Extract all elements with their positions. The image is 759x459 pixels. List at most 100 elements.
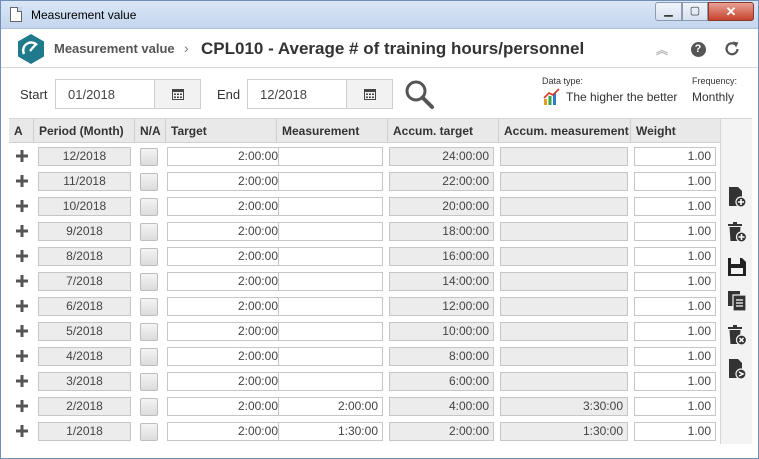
na-checkbox[interactable] [140, 348, 158, 366]
measurement-cell[interactable] [278, 372, 383, 391]
expand-plus-icon[interactable] [15, 249, 29, 263]
help-icon[interactable]: ? [689, 40, 707, 58]
period-cell: 12/2018 [38, 147, 131, 166]
export-document-icon[interactable] [727, 358, 747, 380]
measurement-cell[interactable] [278, 222, 383, 241]
refresh-icon[interactable] [723, 40, 741, 58]
search-icon[interactable] [403, 78, 435, 110]
column-header-accum-measurement[interactable]: Accum. measurement [499, 119, 631, 143]
measurement-cell[interactable] [278, 347, 383, 366]
maximize-button[interactable]: ▢ [682, 2, 708, 21]
measurement-cell[interactable] [278, 247, 383, 266]
measurement-cell[interactable] [278, 297, 383, 316]
collapse-up-icon[interactable]: ︽ [653, 40, 671, 58]
column-header-na[interactable]: N/A [135, 119, 166, 143]
target-cell[interactable]: 2:00:00 [167, 172, 283, 191]
accum-measurement-cell [500, 172, 628, 191]
expand-plus-icon[interactable] [15, 424, 29, 438]
expand-plus-icon[interactable] [15, 349, 29, 363]
target-cell[interactable]: 2:00:00 [167, 347, 283, 366]
weight-cell[interactable]: 1.00 [634, 347, 716, 366]
column-header-measurement[interactable]: Measurement [277, 119, 388, 143]
expand-plus-icon[interactable] [15, 274, 29, 288]
expand-plus-icon[interactable] [15, 174, 29, 188]
target-cell[interactable]: 2:00:00 [167, 372, 283, 391]
measurement-cell[interactable]: 1:30:00 [278, 422, 383, 441]
period-cell: 8/2018 [38, 247, 131, 266]
expand-plus-icon[interactable] [15, 324, 29, 338]
na-checkbox[interactable] [140, 173, 158, 191]
column-header-weight[interactable]: Weight [631, 119, 720, 143]
target-cell[interactable]: 2:00:00 [167, 297, 283, 316]
weight-cell[interactable]: 1.00 [634, 197, 716, 216]
period-cell: 5/2018 [38, 322, 131, 341]
target-cell[interactable]: 2:00:00 [167, 422, 283, 441]
weight-cell[interactable]: 1.00 [634, 147, 716, 166]
target-cell[interactable]: 2:00:00 [167, 147, 283, 166]
start-date-field[interactable]: 01/2018 [55, 79, 201, 109]
measurement-cell[interactable] [278, 197, 383, 216]
table-row: 6/2018 2:00:00 12:00:00 1.00 [9, 294, 720, 319]
measurement-cell[interactable] [278, 172, 383, 191]
na-checkbox[interactable] [140, 298, 158, 316]
gauge-icon [18, 34, 44, 64]
na-checkbox[interactable] [140, 323, 158, 341]
weight-cell[interactable]: 1.00 [634, 422, 716, 441]
delete-all-icon[interactable] [727, 324, 747, 346]
weight-cell[interactable]: 1.00 [634, 247, 716, 266]
table-row: 3/2018 2:00:00 6:00:00 1.00 [9, 369, 720, 394]
weight-cell[interactable]: 1.00 [634, 397, 716, 416]
measurement-cell[interactable]: 2:00:00 [278, 397, 383, 416]
table-row: 10/2018 2:00:00 20:00:00 1.00 [9, 194, 720, 219]
save-icon[interactable] [727, 256, 747, 278]
measurement-cell[interactable] [278, 272, 383, 291]
na-checkbox[interactable] [140, 423, 158, 441]
weight-cell[interactable]: 1.00 [634, 272, 716, 291]
new-document-icon[interactable] [727, 186, 747, 208]
minimize-button[interactable]: ▁ [655, 2, 682, 21]
weight-cell[interactable]: 1.00 [634, 372, 716, 391]
expand-plus-icon[interactable] [15, 149, 29, 163]
delete-icon[interactable] [727, 221, 747, 243]
column-header-target[interactable]: Target [166, 119, 277, 143]
na-checkbox[interactable] [140, 223, 158, 241]
target-cell[interactable]: 2:00:00 [167, 397, 283, 416]
end-date-field[interactable]: 12/2018 [247, 79, 393, 109]
measurement-cell[interactable] [278, 322, 383, 341]
period-cell: 10/2018 [38, 197, 131, 216]
accum-measurement-cell [500, 247, 628, 266]
target-cell[interactable]: 2:00:00 [167, 222, 283, 241]
weight-cell[interactable]: 1.00 [634, 297, 716, 316]
calendar-icon[interactable] [346, 80, 392, 108]
grid-header: A Period (Month) N/A Target Measurement … [9, 119, 720, 143]
copy-icon[interactable] [727, 290, 747, 312]
target-cell[interactable]: 2:00:00 [167, 272, 283, 291]
expand-plus-icon[interactable] [15, 199, 29, 213]
accum-target-cell: 4:00:00 [389, 397, 494, 416]
na-checkbox[interactable] [140, 398, 158, 416]
table-row: 5/2018 2:00:00 10:00:00 1.00 [9, 319, 720, 344]
expand-plus-icon[interactable] [15, 299, 29, 313]
breadcrumb[interactable]: Measurement value [54, 41, 175, 56]
column-header-period[interactable]: Period (Month) [34, 119, 135, 143]
expand-plus-icon[interactable] [15, 399, 29, 413]
na-checkbox[interactable] [140, 198, 158, 216]
na-checkbox[interactable] [140, 248, 158, 266]
weight-cell[interactable]: 1.00 [634, 322, 716, 341]
calendar-icon[interactable] [154, 80, 200, 108]
weight-cell[interactable]: 1.00 [634, 172, 716, 191]
target-cell[interactable]: 2:00:00 [167, 322, 283, 341]
na-checkbox[interactable] [140, 373, 158, 391]
close-button[interactable]: ✕ [708, 2, 754, 21]
column-header-a[interactable]: A [9, 119, 34, 143]
column-header-accum-target[interactable]: Accum. target [388, 119, 499, 143]
measurement-cell[interactable] [278, 147, 383, 166]
na-checkbox[interactable] [140, 148, 158, 166]
target-cell[interactable]: 2:00:00 [167, 247, 283, 266]
accum-target-cell: 22:00:00 [389, 172, 494, 191]
expand-plus-icon[interactable] [15, 224, 29, 238]
na-checkbox[interactable] [140, 273, 158, 291]
target-cell[interactable]: 2:00:00 [167, 197, 283, 216]
expand-plus-icon[interactable] [15, 374, 29, 388]
weight-cell[interactable]: 1.00 [634, 222, 716, 241]
